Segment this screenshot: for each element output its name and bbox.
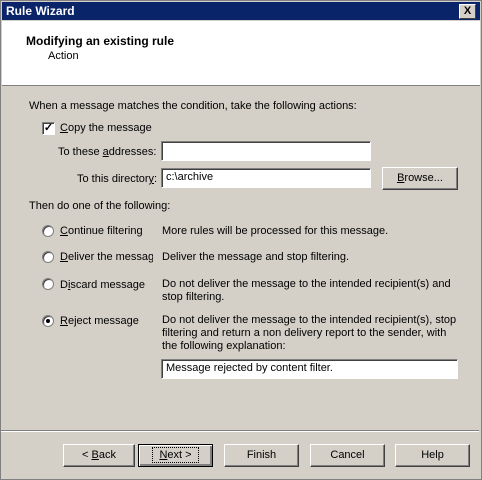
cancel-button[interactable]: Cancel xyxy=(310,444,385,467)
then-label: Then do one of the following: xyxy=(29,200,171,212)
back-button[interactable]: < Back xyxy=(63,444,135,467)
focus-rect: Next > xyxy=(152,447,199,463)
finish-button[interactable]: Finish xyxy=(224,444,299,467)
addresses-label-pre: To these xyxy=(58,146,103,158)
addresses-label: To these addresses: xyxy=(58,146,156,158)
deliver-accel: D xyxy=(60,251,68,263)
continue-filtering-label[interactable]: Continue filtering xyxy=(60,225,143,237)
wizard-header: Modifying an existing rule Action xyxy=(2,21,480,86)
title-bar: Rule Wizard X xyxy=(2,2,480,20)
browse-label: rowse... xyxy=(404,172,443,184)
copy-accel: C xyxy=(60,122,68,134)
addresses-label-post: ddresses: xyxy=(108,146,157,158)
rule-wizard-window: Rule Wizard X Modifying an existing rule… xyxy=(0,0,482,480)
next-label: ext > xyxy=(167,449,192,461)
reject-accel: R xyxy=(60,315,68,327)
directory-label: To this directory: xyxy=(77,173,157,185)
directory-label-pre: To this director xyxy=(77,173,149,185)
back-accel: B xyxy=(91,449,99,461)
close-button[interactable]: X xyxy=(459,4,476,19)
copy-label-rest: opy the message xyxy=(67,122,152,134)
continue-filtering-desc: More rules will be processed for this me… xyxy=(162,225,389,237)
directory-label-post: : xyxy=(154,173,158,185)
radio-selected-dot-icon xyxy=(46,319,50,323)
footer-separator xyxy=(1,430,479,432)
discard-message-label[interactable]: Discard message xyxy=(60,279,145,291)
page-subtitle: Action xyxy=(48,50,79,62)
window-title: Rule Wizard xyxy=(6,4,75,18)
deliver-label-rest: eliver the message xyxy=(67,251,153,263)
back-pre: < xyxy=(82,449,92,461)
deliver-message-desc: Deliver the message and stop filtering. xyxy=(162,251,350,263)
addresses-input[interactable] xyxy=(161,141,371,161)
deliver-message-radio[interactable] xyxy=(42,251,54,263)
deliver-message-label[interactable]: Deliver the message xyxy=(60,251,153,263)
reject-label-rest: eject message xyxy=(67,315,139,327)
close-icon: X xyxy=(463,5,472,17)
reject-explanation-input[interactable]: Message rejected by content filter. xyxy=(161,359,458,379)
continue-filtering-radio[interactable] xyxy=(42,225,54,237)
discard-label-rest: scard message xyxy=(70,279,145,291)
back-label: ack xyxy=(98,449,116,461)
reject-message-label[interactable]: Reject message xyxy=(60,315,139,327)
intro-text: When a message matches the condition, ta… xyxy=(29,100,357,112)
next-button[interactable]: Next > xyxy=(138,444,213,467)
continue-label-rest: ontinue filtering xyxy=(67,225,143,237)
reject-message-desc: Do not deliver the message to the intend… xyxy=(162,314,457,352)
reject-message-radio[interactable] xyxy=(42,315,54,327)
help-button[interactable]: Help xyxy=(395,444,470,467)
page-title: Modifying an existing rule xyxy=(26,34,175,48)
copy-message-label[interactable]: Copy the message xyxy=(60,122,152,134)
directory-input[interactable]: c:\archive xyxy=(161,168,371,188)
discard-message-desc: Do not deliver the message to the intend… xyxy=(162,278,451,303)
browse-button[interactable]: Browse... xyxy=(382,167,458,190)
check-mark-icon: ✓ xyxy=(43,122,54,134)
continue-accel: C xyxy=(60,225,68,237)
discard-label-pre: D xyxy=(60,279,68,291)
discard-message-radio[interactable] xyxy=(42,278,54,290)
copy-message-checkbox[interactable]: ✓ xyxy=(42,122,55,135)
